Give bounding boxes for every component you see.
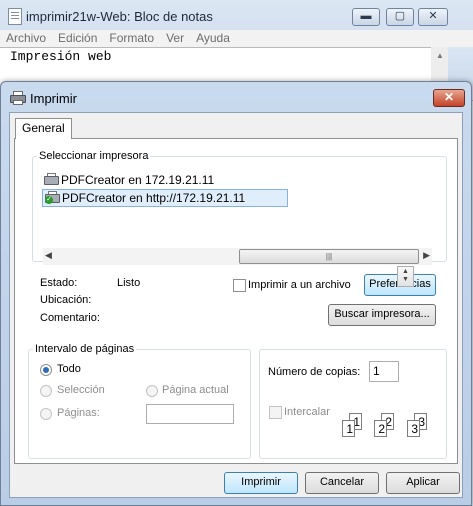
check-icon: ✓ — [45, 196, 53, 204]
menu-edicion[interactable]: Edición — [52, 30, 103, 46]
radio-current-page-label: Página actual — [162, 384, 229, 396]
printer-icon — [10, 91, 26, 105]
scroll-up-icon[interactable]: ▲ — [436, 51, 444, 60]
printer-icon — [44, 173, 59, 186]
page-range-label: Intervalo de páginas — [33, 343, 137, 355]
collate-page-icon: 2 — [374, 420, 387, 437]
print-button[interactable]: Imprimir — [224, 472, 298, 494]
print-to-file-label[interactable]: Imprimir a un archivo — [248, 279, 351, 291]
notepad-menubar: Archivo Edición Formato Ver Ayuda — [0, 30, 473, 47]
notepad-icon — [8, 8, 22, 25]
dialog-close-button[interactable]: ✕ — [433, 89, 465, 107]
menu-formato[interactable]: Formato — [103, 30, 160, 46]
status-label: Estado: — [40, 277, 78, 289]
copies-label: Número de copias: — [268, 366, 361, 378]
spin-up-icon[interactable]: ▲ — [402, 268, 409, 275]
collate-page-icon: 1 — [342, 420, 355, 437]
copies-spinner[interactable]: ▲ ▼ — [397, 266, 414, 287]
radio-pages[interactable] — [40, 408, 52, 420]
radio-all-label[interactable]: Todo — [57, 363, 81, 375]
copies-group: Número de copias: 1 Intercalar 1 1 2 2 3… — [259, 349, 447, 459]
collate-label: Intercalar — [284, 406, 330, 418]
select-printer-label: Seleccionar impresora — [37, 150, 151, 162]
notepad-title: imprimir21w-Web: Bloc de notas — [26, 9, 213, 24]
printer-item-ip[interactable]: PDFCreator en 172.19.21.11 — [42, 172, 242, 188]
printer-list[interactable]: PDFCreator en 172.19.21.11 ✓ PDFCreator … — [38, 169, 443, 265]
radio-pages-label: Páginas: — [57, 407, 100, 419]
scroll-right-icon[interactable]: ▶ — [423, 250, 430, 261]
comment-label: Comentario: — [40, 312, 100, 324]
default-printer-icon: ✓ — [45, 191, 60, 204]
spin-down-icon[interactable]: ▼ — [402, 276, 409, 283]
scroll-left-icon[interactable]: ◀ — [45, 250, 52, 261]
select-printer-group: Seleccionar impresora PDFCreator en 172.… — [32, 150, 447, 265]
copies-input[interactable]: 1 — [369, 361, 399, 382]
radio-selection[interactable] — [40, 385, 52, 397]
tab-general[interactable]: General — [15, 118, 72, 139]
print-to-file-checkbox[interactable] — [233, 279, 246, 292]
printer-item-label: PDFCreator en 172.19.21.11 — [61, 173, 215, 187]
radio-selection-label: Selección — [57, 384, 105, 396]
radio-current-page[interactable] — [146, 385, 158, 397]
status-value: Listo — [117, 277, 141, 289]
pages-input[interactable] — [146, 404, 234, 424]
cancel-button[interactable]: Cancelar — [305, 472, 379, 494]
menu-ver[interactable]: Ver — [160, 30, 190, 46]
collate-checkbox[interactable] — [269, 406, 282, 419]
menu-archivo[interactable]: Archivo — [0, 30, 52, 46]
menu-ayuda[interactable]: Ayuda — [190, 30, 236, 46]
copies-value: 1 — [373, 364, 380, 378]
collate-page-icon: 3 — [407, 420, 420, 437]
notepad-close-button[interactable]: ✕ — [418, 8, 448, 26]
dialog-title: Imprimir — [30, 91, 77, 106]
general-tab-panel: Seleccionar impresora PDFCreator en 172.… — [14, 138, 458, 464]
page-range-group: Intervalo de páginas Todo Selección Pági… — [28, 343, 251, 459]
radio-all[interactable] — [40, 364, 52, 376]
apply-button[interactable]: Aplicar — [386, 472, 460, 494]
maximize-button[interactable]: ▢ — [386, 8, 414, 26]
location-label: Ubicación: — [40, 294, 92, 306]
dialog-client-area: General Seleccionar impresora PDFCreator… — [9, 112, 463, 498]
find-printer-button[interactable]: Buscar impresora... — [328, 304, 436, 326]
minimize-button[interactable]: ▬ — [352, 8, 380, 26]
printer-item-label: PDFCreator en http://172.19.21.11 — [62, 191, 246, 205]
printer-item-http[interactable]: ✓ PDFCreator en http://172.19.21.11 — [42, 189, 288, 207]
notepad-content: Impresión web — [10, 49, 112, 64]
print-dialog: Imprimir ✕ General Seleccionar impresora… — [0, 81, 472, 506]
printer-list-scrollbar[interactable]: ◀ ||| ▶ — [43, 248, 432, 265]
scroll-thumb[interactable]: ||| — [239, 249, 419, 264]
